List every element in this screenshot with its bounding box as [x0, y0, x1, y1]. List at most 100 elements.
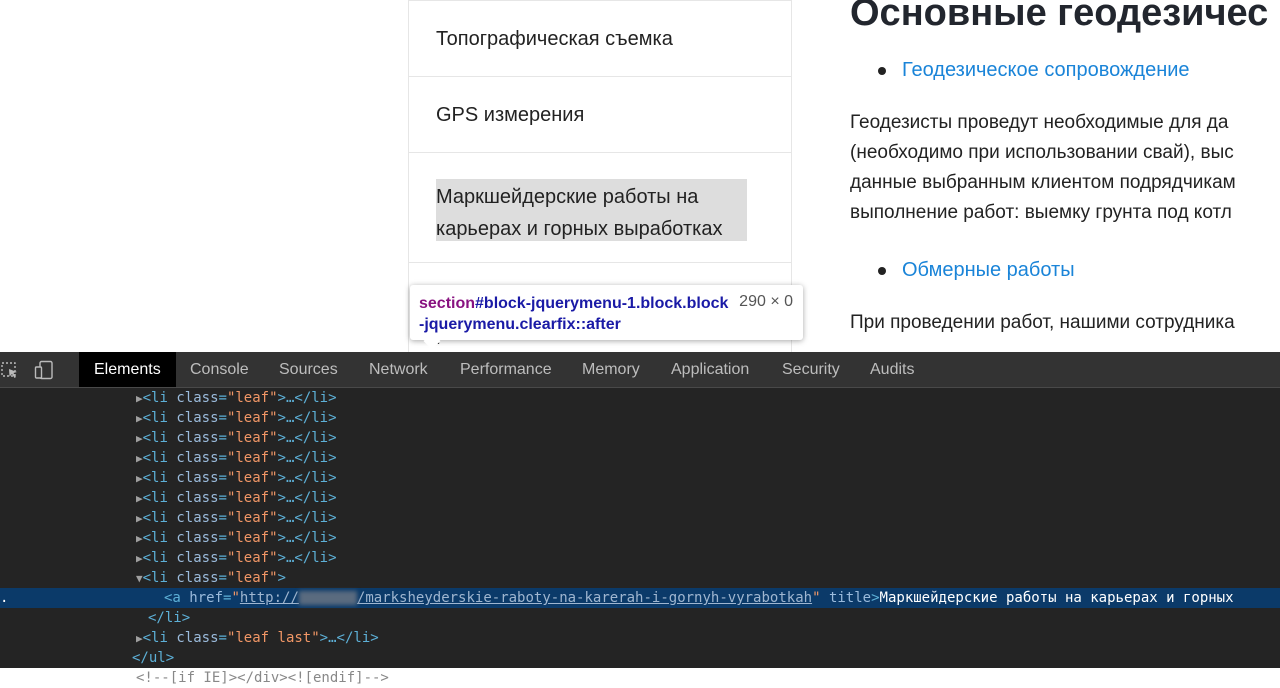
tab-security[interactable]: Security: [767, 352, 855, 387]
href-path[interactable]: /marksheyderskie-raboty-na-karerah-i-gor…: [357, 590, 812, 606]
tag-tail: >…</li>: [277, 390, 337, 406]
tag-name: <li: [142, 530, 168, 546]
redacted-domain: [298, 591, 357, 605]
dom-node-li[interactable]: ▶<li class="leaf">…</li>: [0, 508, 1280, 528]
tag-name: <li: [142, 390, 168, 406]
paragraph-line: (необходимо при использовании свай), выс: [850, 142, 1234, 163]
equals: =: [218, 550, 227, 566]
text-node: Маркшейдерские работы на карьерах и горн…: [879, 590, 1234, 606]
equals: =: [218, 450, 227, 466]
device-toolbar-icon[interactable]: [34, 360, 54, 380]
menu-item-gps[interactable]: GPS измерения: [409, 76, 791, 152]
inspect-element-icon[interactable]: [0, 360, 20, 380]
tag-tail: >…</li>: [277, 470, 337, 486]
attr-name: class: [176, 550, 219, 566]
tab-performance[interactable]: Performance: [445, 352, 567, 387]
href-link[interactable]: http://: [240, 590, 299, 606]
dom-node-li[interactable]: ▶<li class="leaf">…</li>: [0, 548, 1280, 568]
inspect-tooltip: section#block-jquerymenu-1.block.block-j…: [410, 285, 803, 350]
devtools-tabbar: Elements Console Sources Network Perform…: [0, 352, 1280, 388]
dom-node-comment[interactable]: <!--[if IE]></div><![endif]-->: [0, 668, 1280, 688]
dom-node-li-close[interactable]: </li>: [0, 608, 1280, 628]
web-page: Топографическая съемка GPS измерения Мар…: [0, 0, 1280, 352]
attr-value: "leaf": [226, 550, 278, 566]
paragraph-line: выполнение работ: выемку грунта под котл: [850, 202, 1232, 223]
dom-node-li[interactable]: ▶<li class="leaf">…</li>: [0, 468, 1280, 488]
attr-name: class: [176, 530, 219, 546]
tag-tail: >…</li>: [277, 550, 337, 566]
dom-node-li[interactable]: ▶<li class="leaf">…</li>: [0, 488, 1280, 508]
tag-name: <li: [142, 630, 168, 646]
tab-sources[interactable]: Sources: [264, 352, 353, 387]
tag-tail: >: [871, 590, 880, 606]
equals: =: [218, 530, 227, 546]
menu-item-label: GPS измерения: [436, 104, 585, 126]
dom-node-li[interactable]: ▶<li class="leaf">…</li>: [0, 428, 1280, 448]
tab-audits[interactable]: Audits: [855, 352, 929, 387]
selection-marker: .: [0, 590, 9, 606]
tag-tail: >…</li>: [277, 530, 337, 546]
attr-value: "leaf": [226, 450, 278, 466]
tag-tail: >…</li>: [277, 450, 337, 466]
menu-item-topography[interactable]: Топографическая съемка: [409, 0, 791, 76]
attr-name: class: [176, 430, 219, 446]
expand-arrow-icon[interactable]: ▶: [136, 552, 143, 565]
attr-value: "leaf": [226, 510, 278, 526]
comment-text: <!--[if IE]></div><![endif]-->: [136, 670, 389, 686]
attr-value: "leaf last": [226, 630, 320, 646]
tab-network[interactable]: Network: [354, 352, 443, 387]
link-measurement-works[interactable]: Обмерные работы: [902, 259, 1075, 282]
expand-arrow-icon[interactable]: ▶: [136, 452, 143, 465]
attr-value: "leaf": [226, 410, 278, 426]
tag-name: <li: [142, 510, 168, 526]
equals: =: [218, 410, 227, 426]
attr-value: "leaf": [226, 390, 278, 406]
tag-tail: >…</li>: [277, 510, 337, 526]
expand-arrow-icon[interactable]: ▶: [136, 512, 143, 525]
expand-arrow-icon[interactable]: ▶: [136, 492, 143, 505]
paragraph-line: Геодезисты проведут необходимые для да: [850, 112, 1229, 133]
expand-arrow-icon[interactable]: ▶: [136, 432, 143, 445]
page-title: Основные геодезичес: [850, 0, 1269, 34]
tab-console[interactable]: Console: [175, 352, 264, 387]
expand-arrow-icon[interactable]: ▶: [136, 632, 143, 645]
expand-arrow-icon[interactable]: ▶: [136, 392, 143, 405]
tag-name: </li>: [148, 610, 191, 626]
tag-tail: >…</li>: [277, 490, 337, 506]
tooltip-dimensions: 290 × 0: [739, 293, 793, 310]
menu-item-mine-survey[interactable]: Маркшейдерские работы на карьерах и горн…: [409, 152, 791, 262]
menu-item-label: Топографическая съемка: [436, 28, 673, 50]
tab-application[interactable]: Application: [656, 352, 764, 387]
tag-name: <li: [142, 430, 168, 446]
tab-memory[interactable]: Memory: [567, 352, 655, 387]
dom-node-ul-close[interactable]: </ul>: [0, 648, 1280, 668]
attr-value: "leaf": [226, 490, 278, 506]
equals: =: [218, 490, 227, 506]
dom-node-li-last[interactable]: ▶<li class="leaf last">…</li>: [0, 628, 1280, 648]
dom-node-li[interactable]: ▶<li class="leaf">…</li>: [0, 528, 1280, 548]
collapse-arrow-icon[interactable]: ▼: [136, 572, 143, 585]
tag-name: <li: [142, 410, 168, 426]
paragraph-line: При проведении работ, нашими сотрудника: [850, 312, 1235, 333]
tooltip-selector: section#block-jquerymenu-1.block.block-j…: [419, 293, 729, 335]
attr-name: class: [176, 510, 219, 526]
tab-elements[interactable]: Elements: [79, 352, 176, 387]
link-geodetic-support[interactable]: Геодезическое сопровождение: [902, 59, 1190, 82]
attr-name: title: [828, 590, 872, 606]
attr-value: "leaf": [226, 470, 278, 486]
tag-name: <li: [142, 490, 168, 506]
expand-arrow-icon[interactable]: ▶: [136, 472, 143, 485]
dom-node-li-expanded[interactable]: ▼<li class="leaf">: [0, 568, 1280, 588]
dom-node-li[interactable]: ▶<li class="leaf">…</li>: [0, 448, 1280, 468]
attr-name: class: [176, 390, 219, 406]
dom-node-li[interactable]: ▶<li class="leaf">…</li>: [0, 408, 1280, 428]
equals: =: [218, 390, 227, 406]
devtools-panel: Elements Console Sources Network Perform…: [0, 352, 1280, 686]
equals: =: [218, 470, 227, 486]
expand-arrow-icon[interactable]: ▶: [136, 532, 143, 545]
expand-arrow-icon[interactable]: ▶: [136, 412, 143, 425]
tag-tail: >…</li>: [277, 410, 337, 426]
dom-node-a-selected[interactable]: . <a href="http:///marksheyderskie-rabot…: [0, 588, 1280, 608]
dom-node-li[interactable]: ▶<li class="leaf">…</li>: [0, 388, 1280, 408]
tag-tail: >…</li>: [277, 430, 337, 446]
